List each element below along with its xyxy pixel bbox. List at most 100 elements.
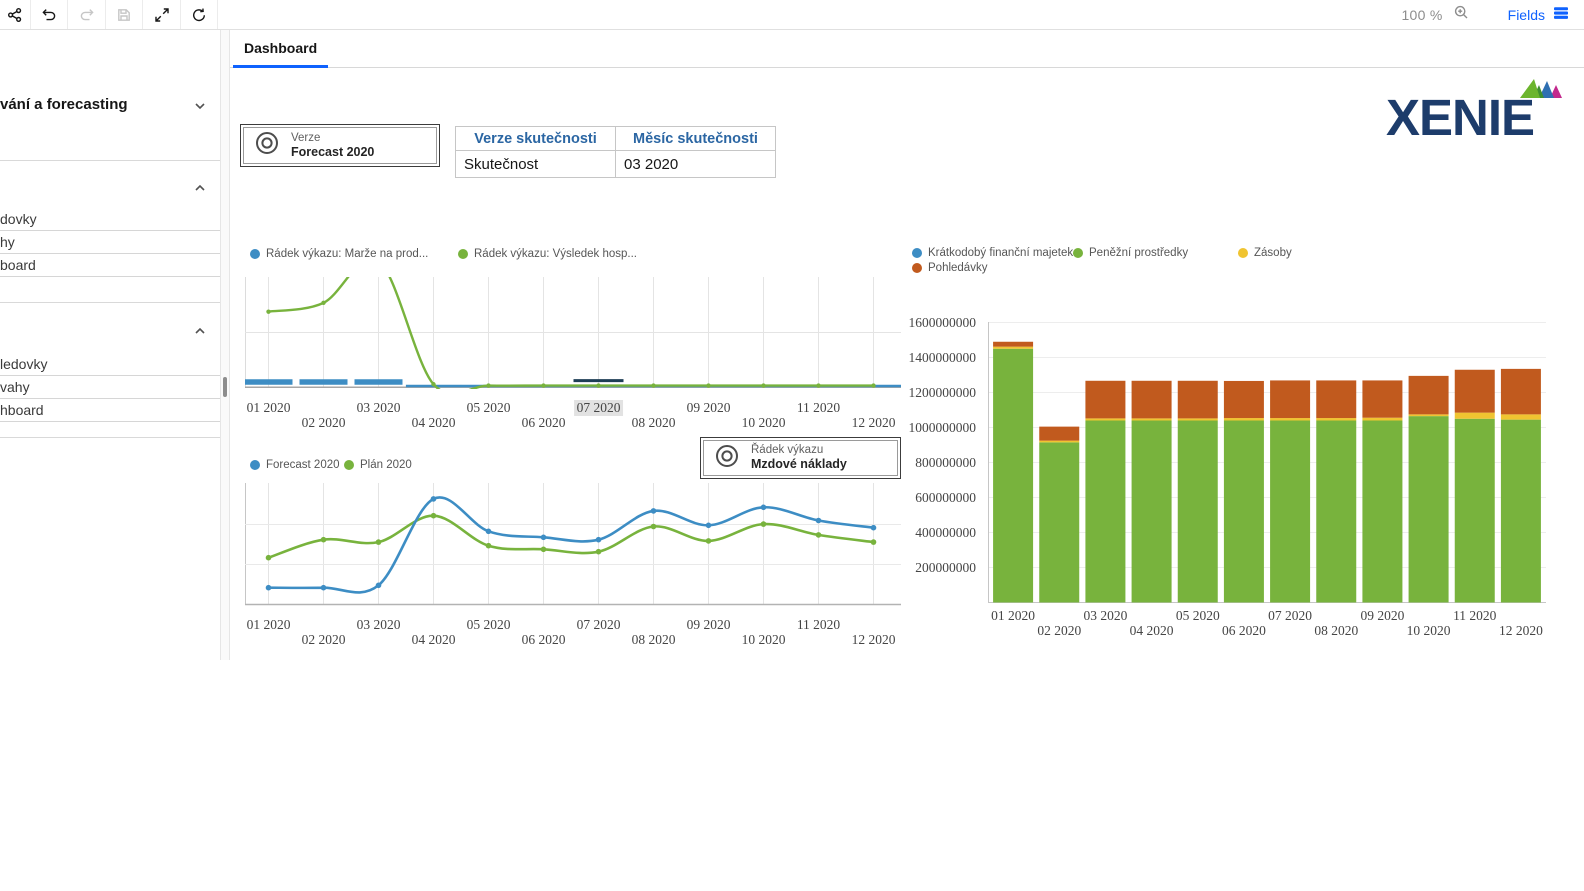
undo-icon bbox=[41, 7, 57, 23]
bar-segment[interactable] bbox=[1455, 419, 1495, 603]
x-tick-label: 07 2020 bbox=[574, 400, 624, 416]
sidebar-item[interactable]: board bbox=[0, 254, 220, 277]
table-cell: 03 2020 bbox=[616, 151, 776, 178]
margin-line-chart[interactable] bbox=[245, 277, 901, 389]
bar-segment[interactable] bbox=[1362, 418, 1402, 421]
bar-segment[interactable] bbox=[1455, 413, 1495, 419]
bar-segment[interactable] bbox=[1409, 376, 1449, 415]
reset-button[interactable] bbox=[181, 0, 218, 29]
legend-item[interactable]: Rádek výkazu: Marže na prod... bbox=[250, 247, 428, 260]
bar-segment[interactable] bbox=[1501, 369, 1541, 415]
legend-item[interactable]: Peněžní prostředky bbox=[1073, 246, 1188, 259]
y-tick-label: 1200000000 bbox=[876, 385, 976, 401]
sidebar-item[interactable]: dovky bbox=[0, 208, 220, 231]
sidebar-item[interactable]: vahy bbox=[0, 376, 220, 399]
bar-segment[interactable] bbox=[1039, 427, 1079, 441]
legend-label: Peněžní prostředky bbox=[1089, 247, 1188, 259]
bar-segment[interactable] bbox=[1132, 418, 1172, 420]
fields-button[interactable]: Fields bbox=[1508, 5, 1570, 24]
bar-segment[interactable] bbox=[1270, 421, 1310, 603]
actuality-table[interactable]: Verze skutečnosti Měsíc skutečnosti Skut… bbox=[455, 126, 776, 178]
sidebar-item[interactable]: ledovky bbox=[0, 353, 220, 376]
chevron-up-icon[interactable] bbox=[192, 323, 208, 344]
legend-dot bbox=[1073, 248, 1083, 258]
fields-label: Fields bbox=[1508, 7, 1545, 23]
x-tick-label: 09 2020 bbox=[687, 617, 731, 633]
bar-segment[interactable] bbox=[1316, 421, 1356, 603]
data-point bbox=[541, 535, 547, 541]
bar-segment[interactable] bbox=[1501, 414, 1541, 419]
zoom-in-button[interactable] bbox=[1453, 4, 1470, 26]
bar-segment[interactable] bbox=[1132, 421, 1172, 603]
legend-label: Pohledávky bbox=[928, 262, 987, 274]
bar-segment[interactable] bbox=[1501, 420, 1541, 603]
bar-segment[interactable] bbox=[1178, 421, 1218, 603]
bar-segment[interactable] bbox=[1224, 418, 1264, 420]
undo-button[interactable] bbox=[31, 0, 68, 29]
bar-segment[interactable] bbox=[1409, 416, 1449, 602]
x-tick-label: 05 2020 bbox=[467, 617, 511, 633]
share-button[interactable] bbox=[0, 0, 31, 29]
verze-filter-card[interactable]: Verze Forecast 2020 bbox=[240, 124, 440, 167]
bar-segment[interactable] bbox=[1039, 442, 1079, 602]
x-tick-label: 02 2020 bbox=[1037, 623, 1081, 639]
chevron-up-icon[interactable] bbox=[192, 180, 208, 201]
legend-item[interactable]: Rádek výkazu: Výsledek hosp... bbox=[458, 247, 637, 260]
bar-segment[interactable] bbox=[1270, 418, 1310, 420]
redo-button[interactable] bbox=[68, 0, 106, 29]
legend-item[interactable]: Forecast 2020 bbox=[250, 458, 340, 471]
table-header-cell: Verze skutečnosti bbox=[456, 127, 616, 151]
zoom-level-label: 100 % bbox=[1401, 7, 1442, 23]
x-axis-labels: 01 202002 202003 202004 202005 202006 20… bbox=[988, 606, 1584, 638]
assets-bar-chart[interactable] bbox=[988, 322, 1546, 604]
bar-segment[interactable] bbox=[1224, 381, 1264, 418]
bar-segment[interactable] bbox=[1085, 418, 1125, 420]
x-tick-label: 11 2020 bbox=[1453, 608, 1496, 624]
radek-filter-card[interactable]: Řádek výkazu Mzdové náklady bbox=[700, 437, 901, 479]
sidebar-item[interactable]: hy bbox=[0, 231, 220, 254]
sidebar-scrollbar-thumb[interactable] bbox=[223, 377, 227, 397]
bar-segment[interactable] bbox=[1178, 381, 1218, 419]
bar-segment[interactable] bbox=[1178, 418, 1218, 420]
bar-segment[interactable] bbox=[993, 342, 1033, 347]
bar-segment[interactable] bbox=[1270, 380, 1310, 418]
forecast-line-chart[interactable] bbox=[245, 483, 901, 607]
bar-segment[interactable] bbox=[993, 349, 1033, 603]
legend-item[interactable]: Zásoby bbox=[1238, 246, 1292, 259]
bar-segment[interactable] bbox=[1039, 441, 1079, 443]
x-tick-label: 03 2020 bbox=[1083, 608, 1127, 624]
bar-segment[interactable] bbox=[1316, 380, 1356, 418]
bar-segment[interactable] bbox=[1132, 381, 1172, 419]
bar-segment[interactable] bbox=[1362, 421, 1402, 603]
save-icon bbox=[116, 7, 132, 23]
bar-segment[interactable] bbox=[1409, 414, 1449, 416]
bar-segment[interactable] bbox=[1085, 381, 1125, 419]
line-series-path[interactable] bbox=[269, 497, 874, 592]
chevron-down-icon[interactable] bbox=[192, 98, 208, 119]
save-button[interactable] bbox=[106, 0, 143, 29]
legend-label: Zásoby bbox=[1254, 247, 1292, 259]
legend-item[interactable]: Pohledávky bbox=[912, 261, 987, 274]
bar-segment[interactable] bbox=[1455, 370, 1495, 413]
sidebar-item[interactable]: hboard bbox=[0, 399, 220, 422]
data-point bbox=[431, 513, 437, 519]
bar-segment[interactable] bbox=[1224, 421, 1264, 603]
legend-item[interactable]: Plán 2020 bbox=[344, 458, 412, 471]
sidebar: vání a forecasting dovky hy board ledovk… bbox=[0, 30, 220, 891]
table-header-cell: Měsíc skutečnosti bbox=[616, 127, 776, 151]
maximize-button[interactable] bbox=[143, 0, 181, 29]
sidebar-scrollbar[interactable] bbox=[220, 30, 230, 660]
data-point bbox=[596, 537, 602, 543]
legend-dot bbox=[1238, 248, 1248, 258]
bar-segment[interactable] bbox=[993, 347, 1033, 349]
data-point bbox=[376, 583, 382, 589]
bar-segment[interactable] bbox=[1362, 380, 1402, 417]
line-series-path[interactable] bbox=[269, 516, 874, 558]
bar-segment[interactable] bbox=[1316, 418, 1356, 420]
y-tick-label: 200000000 bbox=[876, 560, 976, 576]
x-tick-label: 06 2020 bbox=[1222, 623, 1266, 639]
xenie-logo: XENIE bbox=[1386, 78, 1562, 150]
tab-dashboard[interactable]: Dashboard bbox=[233, 30, 328, 68]
bar-segment[interactable] bbox=[1085, 421, 1125, 603]
legend-item[interactable]: Krátkodobý finanční majetek bbox=[912, 246, 1073, 259]
